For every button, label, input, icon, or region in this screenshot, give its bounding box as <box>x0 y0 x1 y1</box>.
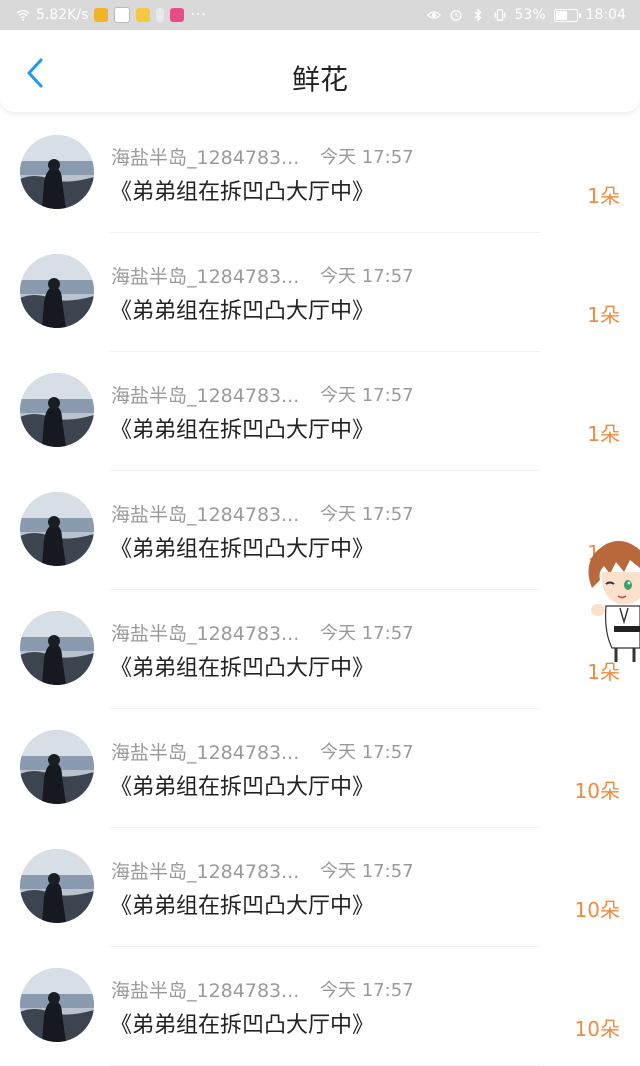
list-item[interactable]: 海盐半岛_1284783...今天 17:57《弟弟组在拆凹凸大厅中》1朵 <box>0 471 640 590</box>
book-title[interactable]: 《弟弟组在拆凹凸大厅中》 <box>110 769 374 801</box>
status-left: 5.82K/s ··· <box>16 0 207 30</box>
mascot-character-icon <box>588 540 640 662</box>
book-title[interactable]: 《弟弟组在拆凹凸大厅中》 <box>110 888 374 920</box>
battery-icon <box>553 8 581 22</box>
list-item[interactable]: 海盐半岛_1284783... 今天 17:57 《弟弟组在拆凹凸大厅中》 1朵 <box>0 114 640 233</box>
user-name: 海盐半岛_1284783... <box>111 385 300 407</box>
top-navigation-bar: 鲜花 <box>0 30 640 112</box>
timestamp: 今天 17:57 <box>320 742 414 763</box>
page-title: 鲜花 <box>291 63 348 96</box>
list-item[interactable]: 海盐半岛_1284783... 今天 17:57 《弟弟组在拆凹凸大厅中》 1朵 <box>0 233 640 352</box>
timestamp: 今天 17:57 <box>320 385 414 406</box>
avatar-photo-icon <box>20 611 94 685</box>
flower-record-list[interactable]: 海盐半岛_1284783... 今天 17:57 《弟弟组在拆凹凸大厅中》 1朵 海盐半… <box>0 114 640 1066</box>
book-title[interactable]: 《弟弟组在拆凹凸大厅中》 <box>110 650 374 682</box>
avatar[interactable] <box>20 135 94 209</box>
timestamp: 今天 17:57 <box>320 147 414 168</box>
book-title[interactable]: 《弟弟组在拆凹凸大厅中》 <box>110 531 374 563</box>
flower-count: 1朵 <box>587 303 620 327</box>
list-item[interactable]: 海盐半岛_1284783... 今天 17:57 《弟弟组在拆凹凸大厅中》 10朵 <box>0 947 640 1066</box>
status-bar: 5.82K/s ··· 53% 18:04 <box>0 0 640 30</box>
app-notification-icon <box>156 8 165 22</box>
timestamp: 今天 17:57 <box>320 980 414 1001</box>
status-right: 53% 18:04 <box>426 0 626 30</box>
book-title[interactable]: 《弟弟组在拆凹凸大厅中》 <box>110 1007 374 1039</box>
more-notifications-icon: ··· <box>190 7 207 23</box>
avatar[interactable] <box>20 968 94 1042</box>
user-name: 海盐半岛_1284783... <box>111 861 300 883</box>
avatar-photo-icon <box>20 968 94 1042</box>
timestamp: 今天 17:57 <box>320 504 414 525</box>
list-item[interactable]: 海盐半岛_1284783... 今天 17:57 《弟弟组在拆凹凸大厅中》 1朵 <box>0 352 640 471</box>
user-name: 海盐半岛_1284783... <box>111 504 300 526</box>
floating-mascot[interactable] <box>576 532 640 662</box>
user-name: 海盐半岛_1284783... <box>111 980 300 1002</box>
user-name: 海盐半岛_1284783... <box>111 623 300 645</box>
timestamp: 今天 17:57 <box>320 266 414 287</box>
list-item[interactable]: 海盐半岛_1284783...今天 17:57《弟弟组在拆凹凸大厅中》1朵 <box>0 590 640 709</box>
avatar[interactable] <box>20 373 94 447</box>
list-item[interactable]: 海盐半岛_1284783... 今天 17:57 《弟弟组在拆凹凸大厅中》 10朵 <box>0 709 640 828</box>
bluetooth-icon <box>474 8 482 22</box>
user-name: 海盐半岛_1284783... <box>111 147 300 169</box>
avatar[interactable] <box>20 730 94 804</box>
app-notification-icon <box>136 8 151 22</box>
avatar-photo-icon <box>20 373 94 447</box>
timestamp: 今天 17:57 <box>320 861 414 882</box>
user-name: 海盐半岛_1284783... <box>111 742 300 764</box>
flower-count: 1朵 <box>587 184 620 208</box>
flower-count: 10朵 <box>574 898 620 922</box>
avatar[interactable] <box>20 254 94 328</box>
eye-icon <box>426 11 441 19</box>
vibrate-icon <box>494 9 505 21</box>
avatar-photo-icon <box>20 254 94 328</box>
avatar[interactable] <box>20 849 94 923</box>
avatar-photo-icon <box>20 730 94 804</box>
avatar[interactable] <box>20 492 94 566</box>
flower-count: 10朵 <box>574 779 620 803</box>
app-notification-icon <box>114 7 131 23</box>
network-speed: 5.82K/s <box>36 7 89 23</box>
app-notification-icon <box>94 8 109 22</box>
flower-count: 1朵 <box>587 422 620 446</box>
timestamp: 今天 17:57 <box>320 623 414 644</box>
clock: 18:04 <box>585 7 626 23</box>
book-title[interactable]: 《弟弟组在拆凹凸大厅中》 <box>110 293 374 325</box>
book-title[interactable]: 《弟弟组在拆凹凸大厅中》 <box>110 412 374 444</box>
user-name: 海盐半岛_1284783... <box>111 266 300 288</box>
alarm-icon <box>450 10 461 21</box>
app-notification-icon <box>170 8 185 22</box>
avatar-photo-icon <box>20 849 94 923</box>
wifi-icon <box>16 9 30 21</box>
battery-percent: 53% <box>514 7 546 23</box>
list-item[interactable]: 海盐半岛_1284783... 今天 17:57 《弟弟组在拆凹凸大厅中》 10朵 <box>0 828 640 947</box>
avatar[interactable] <box>20 611 94 685</box>
avatar-photo-icon <box>20 135 94 209</box>
avatar-photo-icon <box>20 492 94 566</box>
flower-count: 10朵 <box>574 1017 620 1041</box>
book-title[interactable]: 《弟弟组在拆凹凸大厅中》 <box>110 174 374 206</box>
